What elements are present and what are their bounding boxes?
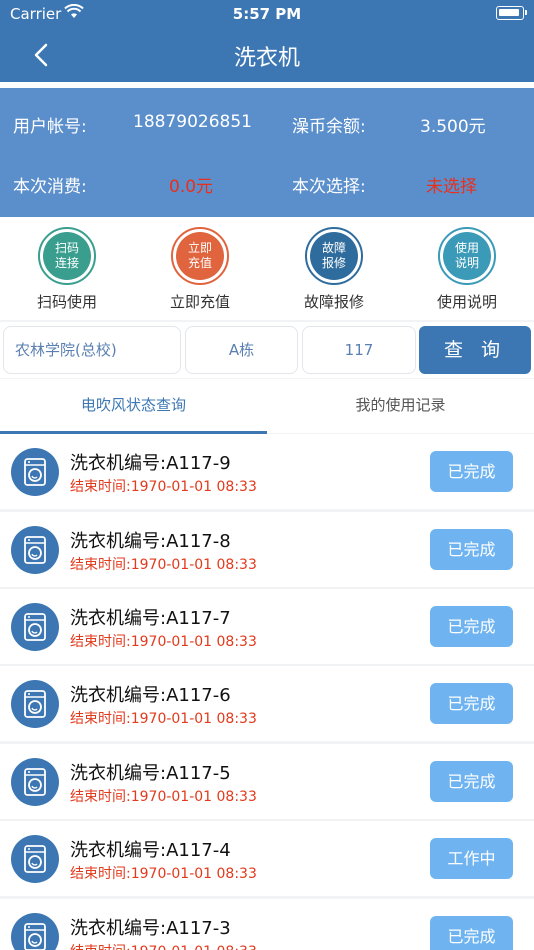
page-title: 洗衣机 xyxy=(233,46,300,71)
scan-use-button[interactable]: 扫码 连接 扫码使用 xyxy=(7,217,127,320)
machine-status-button[interactable]: 已完成 xyxy=(430,761,513,802)
clock: 5:57 PM xyxy=(232,5,302,23)
end-time: 结束时间:1970-01-01 08:33 xyxy=(70,557,257,573)
battery-icon xyxy=(496,6,527,20)
repair-report-button[interactable]: 故障 报修 故障报修 xyxy=(274,217,394,320)
washing-machine-icon xyxy=(11,448,59,496)
machine-row[interactable]: 洗衣机编号:A117-9 结束时间:1970-01-01 08:33 已完成 xyxy=(0,434,534,509)
instructions-button[interactable]: 使用 说明 使用说明 xyxy=(407,217,527,320)
campus-select[interactable]: 农林学院(总校) xyxy=(3,326,181,374)
spend-value: 0.0元 xyxy=(169,177,214,197)
recharge-icon: 立即 充值 xyxy=(171,227,229,285)
machine-row[interactable]: 洗衣机编号:A117-6 结束时间:1970-01-01 08:33 已完成 xyxy=(0,666,534,741)
machine-status-button[interactable]: 已完成 xyxy=(430,451,513,492)
tab-bar: 电吹风状态查询 我的使用记录 xyxy=(0,379,534,433)
machine-number: 洗衣机编号:A117-7 xyxy=(70,608,231,629)
end-time: 结束时间:1970-01-01 08:33 xyxy=(70,866,257,882)
washing-machine-icon xyxy=(11,526,59,574)
end-time: 结束时间:1970-01-01 08:33 xyxy=(70,711,257,727)
icon-text-line1: 扫码 xyxy=(54,241,79,255)
machine-number: 洗衣机编号:A117-4 xyxy=(70,840,231,861)
choice-value: 未选择 xyxy=(426,177,477,197)
building-select[interactable]: A栋 xyxy=(185,326,298,374)
balance-label: 澡币余额: xyxy=(292,117,366,137)
machine-status-button[interactable]: 已完成 xyxy=(430,916,513,950)
end-time: 结束时间:1970-01-01 08:33 xyxy=(70,941,257,950)
instructions-icon: 使用 说明 xyxy=(438,227,496,285)
machine-number: 洗衣机编号:A117-5 xyxy=(70,763,231,784)
balance-value: 3.500元 xyxy=(420,117,486,137)
repair-report-label: 故障报修 xyxy=(303,293,364,311)
scan-use-label: 扫码使用 xyxy=(36,293,97,311)
machine-number: 洗衣机编号:A117-6 xyxy=(70,685,231,706)
machine-row[interactable]: 洗衣机编号:A117-8 结束时间:1970-01-01 08:33 已完成 xyxy=(0,512,534,587)
nav-bar: 洗衣机 xyxy=(0,28,534,82)
washing-machine-icon xyxy=(11,603,59,651)
account-panel: 用户帐号: 18879026851 澡币余额: 3.500元 本次消费: 0.0… xyxy=(0,88,534,217)
repair-icon: 故障 报修 xyxy=(305,227,363,285)
machine-status-button[interactable]: 已完成 xyxy=(430,529,513,570)
user-account-value: 18879026851 xyxy=(133,112,252,132)
icon-text-line2: 说明 xyxy=(454,256,479,270)
instructions-label: 使用说明 xyxy=(436,293,497,311)
icon-text-line1: 故障 xyxy=(321,241,346,255)
query-button[interactable]: 查 询 xyxy=(419,326,531,374)
status-bar: Carrier 5:57 PM xyxy=(0,0,534,28)
icon-text-line2: 充值 xyxy=(187,256,212,270)
icon-text-line1: 使用 xyxy=(454,241,479,255)
quick-actions: 扫码 连接 扫码使用 立即 充值 立即充值 故障 报修 故障报修 使用 说明 使… xyxy=(0,217,534,320)
machine-number: 洗衣机编号:A117-3 xyxy=(70,918,231,939)
tab-usage-records[interactable]: 我的使用记录 xyxy=(267,379,534,433)
machine-row[interactable]: 洗衣机编号:A117-7 结束时间:1970-01-01 08:33 已完成 xyxy=(0,589,534,664)
qr-scan-icon: 扫码 连接 xyxy=(38,227,96,285)
machine-status-button[interactable]: 已完成 xyxy=(430,683,513,724)
end-time: 结束时间:1970-01-01 08:33 xyxy=(70,789,257,805)
icon-text-line1: 立即 xyxy=(187,241,212,255)
end-time: 结束时间:1970-01-01 08:33 xyxy=(70,479,257,495)
washing-machine-icon xyxy=(11,835,59,883)
room-input[interactable]: 117 xyxy=(302,326,416,374)
washing-machine-icon xyxy=(11,913,59,950)
washing-machine-icon xyxy=(11,680,59,728)
machine-status-button[interactable]: 已完成 xyxy=(430,606,513,647)
spend-label: 本次消费: xyxy=(13,177,87,197)
icon-text-line2: 报修 xyxy=(321,256,346,270)
machine-status-button[interactable]: 工作中 xyxy=(430,838,513,879)
machine-row[interactable]: 洗衣机编号:A117-5 结束时间:1970-01-01 08:33 已完成 xyxy=(0,744,534,819)
choice-label: 本次选择: xyxy=(292,177,366,197)
search-row: 农林学院(总校) A栋 117 查 询 xyxy=(0,322,534,378)
tab-status-query[interactable]: 电吹风状态查询 xyxy=(0,379,267,433)
machine-row[interactable]: 洗衣机编号:A117-4 结束时间:1970-01-01 08:33 工作中 xyxy=(0,821,534,896)
machine-number: 洗衣机编号:A117-8 xyxy=(70,531,231,552)
end-time: 结束时间:1970-01-01 08:33 xyxy=(70,634,257,650)
icon-text-line2: 连接 xyxy=(54,256,79,270)
washing-machine-icon xyxy=(11,758,59,806)
recharge-button[interactable]: 立即 充值 立即充值 xyxy=(140,217,260,320)
machine-row[interactable]: 洗衣机编号:A117-3 结束时间:1970-01-01 08:33 已完成 xyxy=(0,899,534,950)
recharge-label: 立即充值 xyxy=(169,293,230,311)
machine-number: 洗衣机编号:A117-9 xyxy=(70,453,231,474)
user-account-label: 用户帐号: xyxy=(13,117,87,137)
